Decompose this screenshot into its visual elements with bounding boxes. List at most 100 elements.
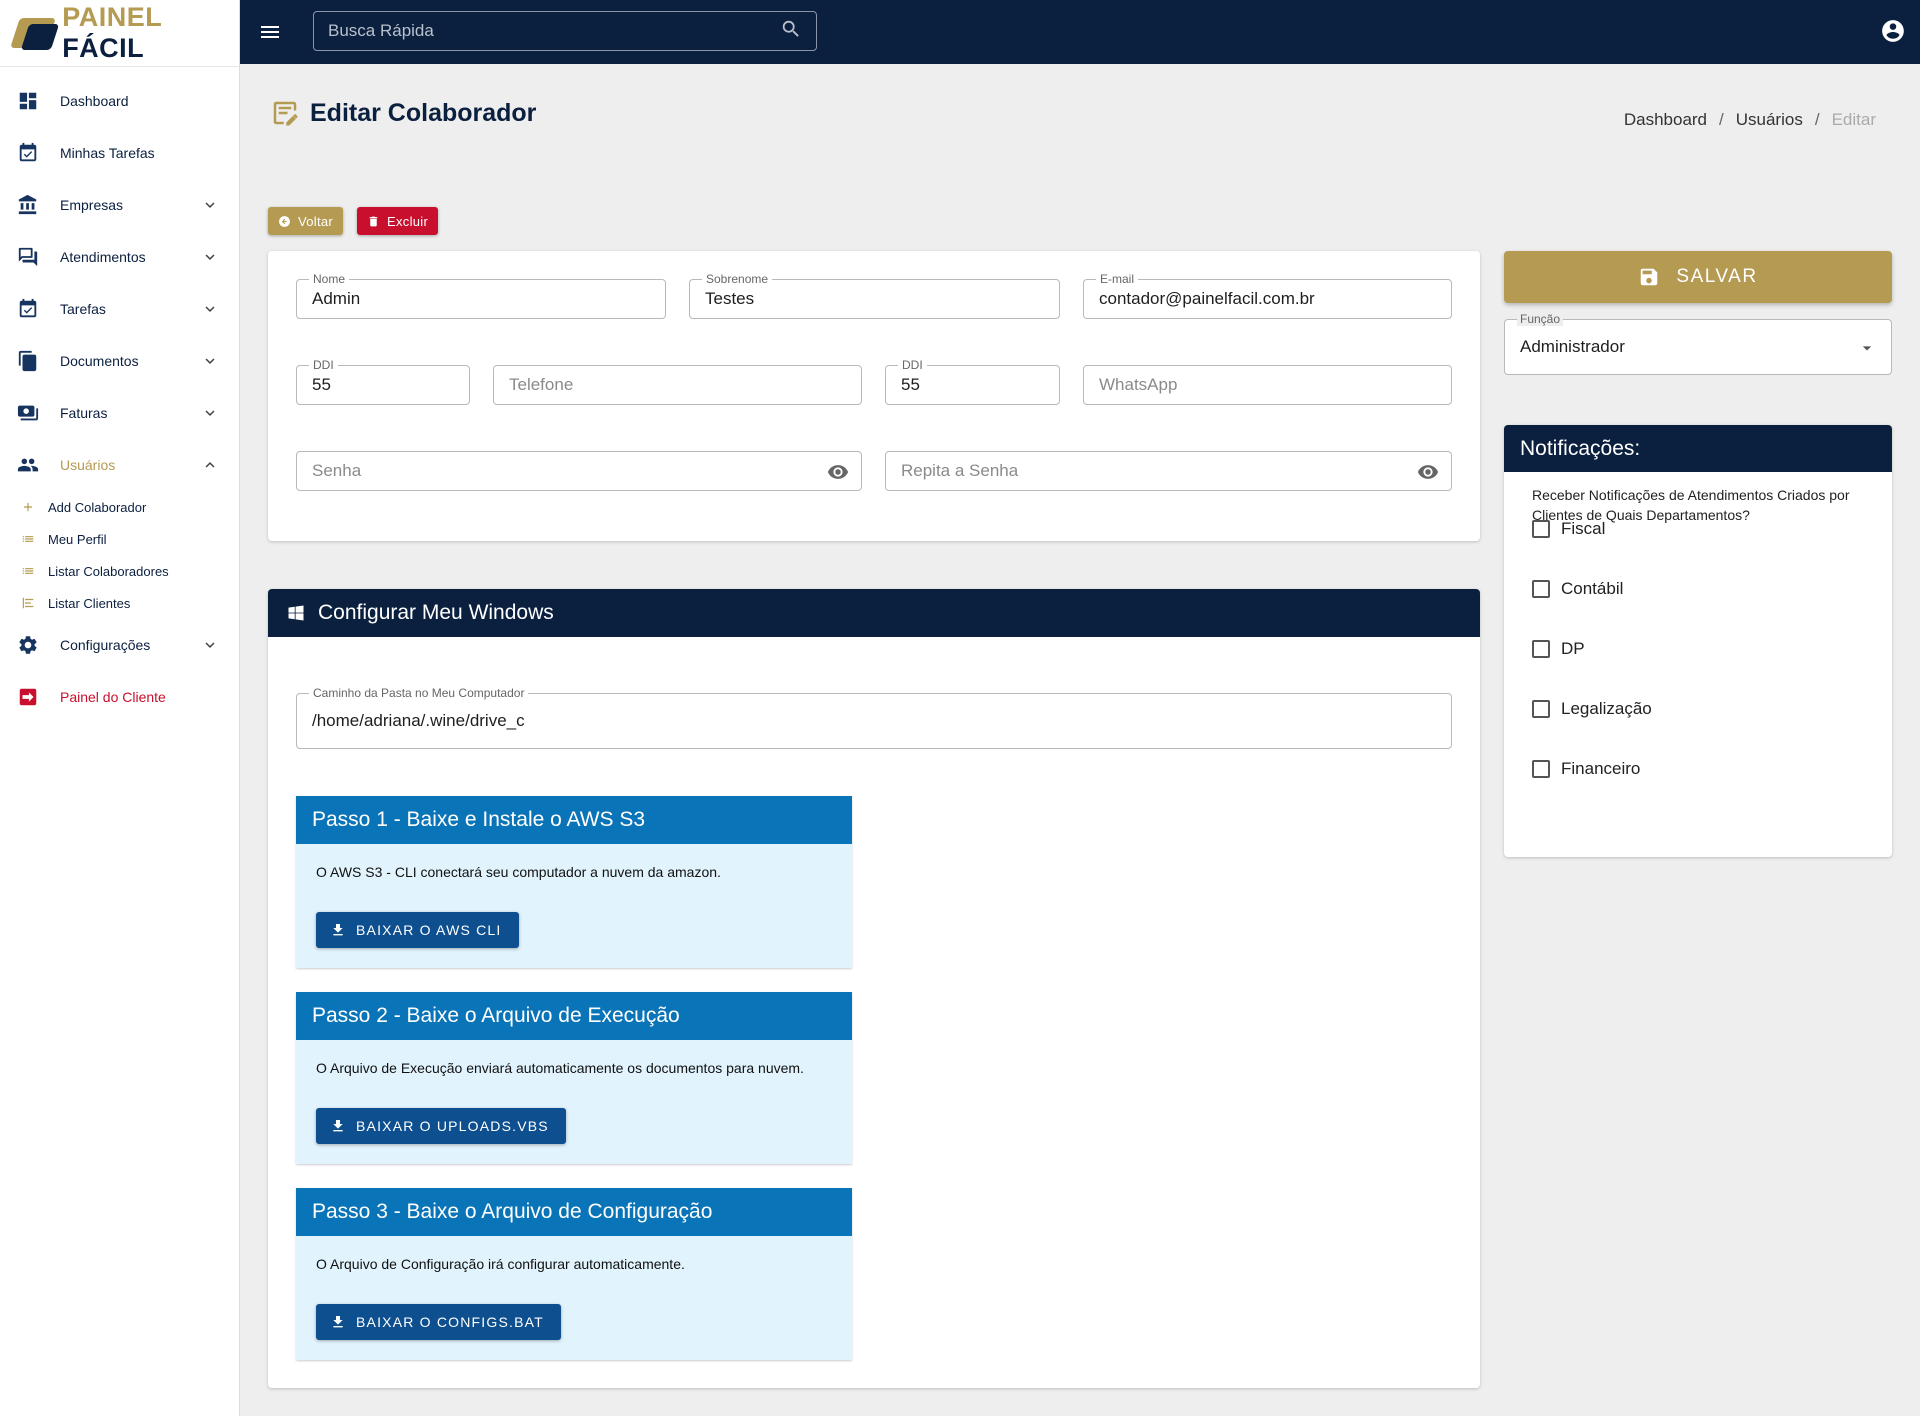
sidebar-subitem-listar-clientes[interactable]: Listar Clientes	[0, 587, 239, 619]
logo-mark-icon	[10, 16, 60, 50]
download-configs-bat-button[interactable]: BAIXAR O CONFIGS.BAT	[316, 1304, 561, 1340]
notifications-card: Notificações: Receber Notificações de At…	[1504, 425, 1892, 857]
checkbox-label: Financeiro	[1561, 759, 1641, 778]
calendar-check-icon	[16, 297, 40, 321]
eye-icon[interactable]	[827, 461, 849, 488]
whatsapp-field[interactable]: WhatsApp	[1083, 365, 1452, 405]
checkbox-label: Contábil	[1561, 579, 1624, 598]
trash-icon	[369, 216, 378, 226]
sidebar-nav: Dashboard Minhas Tarefas Empresas Atendi…	[0, 67, 239, 723]
download-icon	[333, 1120, 343, 1132]
sidebar-item-minhas-tarefas[interactable]: Minhas Tarefas	[0, 127, 239, 179]
sidebar-subitem-meu-perfil[interactable]: Meu Perfil	[0, 523, 239, 555]
sidebar: PAINEL FÁCIL Dashboard Minhas Tarefas Em…	[0, 0, 240, 1416]
checkbox-fiscal[interactable]: Fiscal	[1532, 517, 1605, 541]
notifications-title: Notificações:	[1504, 425, 1892, 472]
funcao-select[interactable]: Função Administrador	[1504, 312, 1892, 375]
checkbox-box[interactable]	[1532, 760, 1550, 778]
back-button[interactable]: Voltar	[268, 207, 344, 235]
download-button-label: BAIXAR O CONFIGS.BAT	[356, 1314, 544, 1330]
windows-config-header: Configurar Meu Windows	[268, 589, 1480, 637]
checkbox-legalizacao[interactable]: Legalização	[1532, 697, 1652, 721]
repita-senha-field[interactable]: Repita a Senha	[885, 451, 1452, 491]
search-box	[313, 11, 817, 51]
download-uploads-vbs-button[interactable]: BAIXAR O UPLOADS.VBS	[316, 1108, 566, 1144]
sidebar-item-label: Atendimentos	[60, 249, 146, 265]
folder-path-value: /home/adriana/.wine/drive_c	[312, 711, 525, 730]
sidebar-item-usuarios[interactable]: Usuários	[0, 439, 239, 491]
account-icon[interactable]	[1880, 18, 1908, 46]
telefone-field[interactable]: Telefone	[493, 365, 862, 405]
sidebar-subitem-label: Add Colaborador	[48, 499, 147, 515]
chevron-down-icon	[201, 300, 219, 318]
breadcrumb-separator: /	[1719, 110, 1724, 129]
bank-icon	[16, 193, 40, 217]
sidebar-subitem-listar-colaboradores[interactable]: Listar Colaboradores	[0, 555, 239, 587]
save-button[interactable]: SALVAR	[1504, 251, 1892, 303]
user-form-card: Nome Admin Sobrenome Testes E-mail conta…	[268, 251, 1480, 541]
ddi-telefone-field[interactable]: DDI 55	[296, 358, 470, 405]
checkbox-box[interactable]	[1532, 640, 1550, 658]
checkbox-dp[interactable]: DP	[1532, 637, 1585, 661]
sidebar-item-painel-cliente[interactable]: Painel do Cliente	[0, 671, 239, 723]
repita-senha-placeholder: Repita a Senha	[901, 461, 1019, 480]
dropdown-arrow-icon	[1857, 338, 1877, 363]
breadcrumb-usuarios[interactable]: Usuários	[1736, 110, 1803, 130]
sidebar-item-dashboard[interactable]: Dashboard	[0, 75, 239, 127]
step-1-title: Passo 1 - Baixe e Instale o AWS S3	[296, 796, 852, 844]
nome-field[interactable]: Nome Admin	[296, 272, 666, 319]
breadcrumb-dashboard[interactable]: Dashboard	[1624, 110, 1707, 130]
step-1-card: Passo 1 - Baixe e Instale o AWS S3 O AWS…	[296, 796, 852, 968]
sidebar-item-label: Usuários	[60, 457, 116, 473]
brand-logo[interactable]: PAINEL FÁCIL	[0, 0, 239, 67]
page-title-text: Editar Colaborador	[310, 98, 537, 127]
eye-icon[interactable]	[1417, 461, 1439, 488]
whatsapp-placeholder: WhatsApp	[1099, 375, 1178, 394]
download-aws-cli-button[interactable]: BAIXAR O AWS CLI	[316, 912, 519, 948]
money-icon	[16, 401, 40, 425]
windows-config-title: Configurar Meu Windows	[318, 601, 554, 624]
checkbox-label: Legalização	[1561, 699, 1652, 718]
brand-name: PAINEL FÁCIL	[62, 2, 239, 64]
search-icon[interactable]	[780, 18, 802, 45]
download-button-label: BAIXAR O AWS CLI	[356, 922, 502, 938]
senha-field[interactable]: Senha	[296, 451, 862, 491]
checkbox-box[interactable]	[1532, 700, 1550, 718]
breadcrumb: Dashboard / Usuários / Editar	[1624, 110, 1876, 130]
breadcrumb-separator: /	[1814, 110, 1820, 129]
topbar	[240, 0, 1920, 64]
sidebar-item-empresas[interactable]: Empresas	[0, 179, 239, 231]
chevron-down-icon	[201, 196, 219, 214]
sidebar-item-tarefas[interactable]: Tarefas	[0, 283, 239, 335]
ddi-value: 55	[901, 375, 920, 394]
step-3-title: Passo 3 - Baixe o Arquivo de Configuraçã…	[296, 1188, 852, 1236]
search-input[interactable]	[328, 21, 780, 41]
sidebar-item-label: Tarefas	[60, 301, 106, 317]
sidebar-item-faturas[interactable]: Faturas	[0, 387, 239, 439]
chevron-down-icon	[201, 352, 219, 370]
people-icon	[16, 453, 40, 477]
delete-button[interactable]: Excluir	[357, 207, 439, 235]
sidebar-subitem-add-colaborador[interactable]: Add Colaborador	[0, 491, 239, 523]
chevron-up-icon	[201, 456, 219, 474]
email-field[interactable]: E-mail contador@painelfacil.com.br	[1083, 272, 1452, 319]
checkbox-contabil[interactable]: Contábil	[1532, 577, 1623, 601]
sidebar-item-documentos[interactable]: Documentos	[0, 335, 239, 387]
sobrenome-field[interactable]: Sobrenome Testes	[689, 272, 1060, 319]
sidebar-item-configuracoes[interactable]: Configurações	[0, 619, 239, 671]
menu-icon[interactable]	[256, 18, 284, 46]
sidebar-item-atendimentos[interactable]: Atendimentos	[0, 231, 239, 283]
email-value: contador@painelfacil.com.br	[1099, 289, 1315, 308]
checkbox-financeiro[interactable]: Financeiro	[1532, 757, 1640, 781]
sidebar-subitem-label: Meu Perfil	[48, 531, 107, 547]
checkbox-box[interactable]	[1532, 520, 1550, 538]
calendar-check-icon	[16, 141, 40, 165]
step-3-description: O Arquivo de Configuração irá configurar…	[316, 1256, 685, 1272]
download-icon	[333, 1316, 343, 1328]
folder-path-field[interactable]: Caminho da Pasta no Meu Computador /home…	[296, 686, 1452, 749]
checkbox-box[interactable]	[1532, 580, 1550, 598]
ddi-whatsapp-field[interactable]: DDI 55	[885, 358, 1060, 405]
step-3-card: Passo 3 - Baixe o Arquivo de Configuraçã…	[296, 1188, 852, 1360]
sidebar-item-label: Documentos	[60, 353, 139, 369]
breadcrumb-current: Editar	[1831, 110, 1876, 129]
